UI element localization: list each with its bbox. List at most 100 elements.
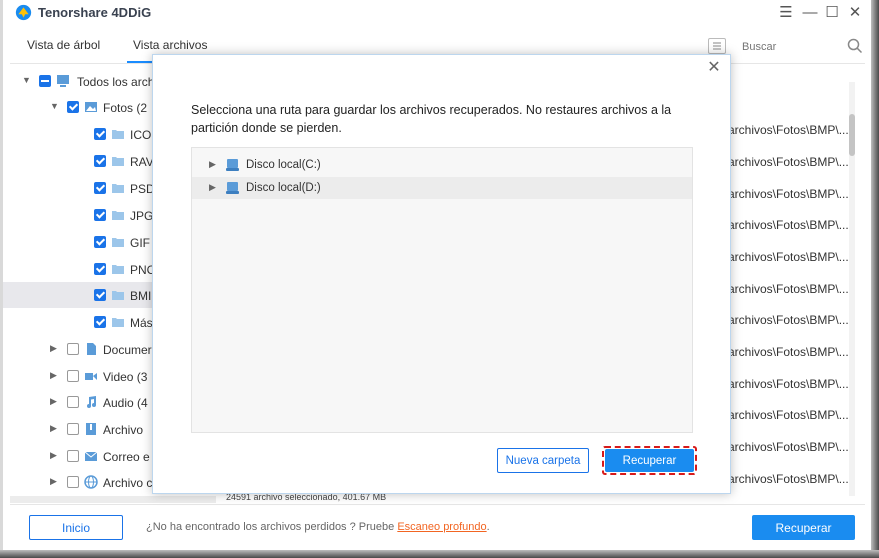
tree-checkbox[interactable]	[67, 450, 79, 462]
dialog-message: Selecciona una ruta para guardar los arc…	[191, 103, 672, 135]
expand-arrow-icon[interactable]: ▶	[50, 476, 57, 487]
search-icon[interactable]	[847, 38, 863, 54]
image-icon	[85, 102, 97, 112]
bottom-divider	[10, 504, 865, 505]
file-path-cell: archivos\Fotos\BMP\...	[728, 187, 849, 201]
music-icon	[87, 396, 96, 408]
drive-label: Disco local(D:)	[246, 182, 321, 194]
tree-checkbox[interactable]	[39, 75, 51, 87]
folder-icon	[112, 211, 124, 220]
new-folder-button[interactable]: Nueva carpeta	[497, 448, 589, 473]
tree-checkbox[interactable]	[94, 316, 106, 328]
tree-checkbox[interactable]	[94, 128, 106, 140]
expand-arrow-icon[interactable]: ▶	[50, 396, 57, 407]
window-edge-left	[0, 0, 3, 558]
expand-arrow-icon[interactable]: ▶	[50, 423, 57, 434]
tree-checkbox[interactable]	[94, 155, 106, 167]
tree-item-label: RAV	[130, 155, 154, 169]
archive-icon	[86, 423, 96, 435]
list-view-icon[interactable]	[708, 38, 726, 54]
folder-icon	[112, 318, 124, 327]
file-path-cell: archivos\Fotos\BMP\...	[728, 345, 849, 359]
tree-checkbox[interactable]	[67, 396, 79, 408]
tab-file-view[interactable]: Vista archivos	[133, 38, 207, 52]
drive-list: ▶ Disco local(C:) ▶ Disco local(D:)	[191, 147, 693, 433]
file-path-cell: archivos\Fotos\BMP\...	[728, 377, 849, 391]
folder-icon	[112, 238, 124, 247]
expand-arrow-icon[interactable]: ▼	[22, 75, 31, 85]
search-input[interactable]	[742, 36, 842, 58]
dialog-recover-button[interactable]: Recuperar	[605, 449, 694, 472]
app-window: Tenorshare 4DDiG ☰ — ☐ ✕ Vista de árbol …	[0, 0, 879, 558]
tree-item-label: ICO	[130, 128, 152, 142]
tree-item-label: Video (3	[103, 370, 148, 384]
tree-item-label: Todos los arch	[77, 75, 155, 89]
tab-tree-view[interactable]: Vista de árbol	[27, 38, 100, 52]
hint-text: ¿No ha encontrado los archivos perdidos …	[146, 521, 398, 533]
tree-item-label: PSD	[130, 182, 155, 196]
tree-checkbox[interactable]	[94, 209, 106, 221]
title-bar: Tenorshare 4DDiG ☰ — ☐ ✕	[0, 0, 879, 26]
hard-drive-icon	[226, 182, 239, 194]
menu-icon[interactable]: ☰	[777, 3, 795, 21]
tree-checkbox[interactable]	[67, 476, 79, 488]
maximize-icon[interactable]: ☐	[823, 3, 841, 21]
folder-icon	[112, 130, 124, 139]
tree-checkbox[interactable]	[67, 370, 79, 382]
home-button[interactable]: Inicio	[29, 515, 123, 540]
file-path-cell: archivos\Fotos\BMP\...	[728, 250, 849, 264]
tree-item-label: Archivo	[103, 423, 144, 437]
drive-label: Disco local(C:)	[246, 159, 321, 171]
tree-checkbox[interactable]	[67, 101, 79, 113]
expand-arrow-icon[interactable]: ▶	[50, 450, 57, 461]
folder-icon	[112, 291, 124, 300]
file-path-cell: archivos\Fotos\BMP\...	[728, 218, 849, 232]
expand-arrow-icon[interactable]: ▶	[209, 182, 216, 193]
scrollbar-thumb[interactable]	[849, 114, 855, 156]
tree-item-label: JPG	[130, 209, 154, 223]
expand-arrow-icon[interactable]: ▼	[50, 101, 59, 111]
file-path-cell: archivos\Fotos\BMP\...	[728, 472, 849, 486]
tree-item-label: BMI	[130, 289, 152, 303]
file-path-column: archivos\Fotos\BMP\... archivos\Fotos\BM…	[728, 116, 850, 496]
dialog-close-icon[interactable]: ✕	[706, 60, 722, 76]
logo-icon	[15, 4, 32, 21]
expand-arrow-icon[interactable]: ▶	[50, 370, 57, 381]
tree-checkbox[interactable]	[94, 263, 106, 275]
folder-icon	[112, 265, 124, 274]
tree-item-label: GIF	[130, 236, 150, 250]
tree-checkbox[interactable]	[67, 423, 79, 435]
video-icon	[85, 373, 97, 380]
expand-arrow-icon[interactable]: ▶	[209, 159, 216, 170]
globe-icon	[84, 475, 98, 489]
deep-scan-link[interactable]: Escaneo profundo	[397, 521, 486, 533]
tree-item-label: Audio (4	[103, 396, 148, 410]
tree-item-label: Más	[130, 316, 153, 330]
recover-button[interactable]: Recuperar	[752, 515, 855, 540]
file-path-cell: archivos\Fotos\BMP\...	[728, 282, 849, 296]
drive-item-d[interactable]: ▶ Disco local(D:)	[192, 177, 692, 199]
tree-item-label: Fotos (2	[103, 101, 148, 115]
save-path-dialog: ✕ Selecciona una ruta para guardar los a…	[152, 54, 731, 494]
close-icon[interactable]: ✕	[846, 3, 864, 21]
hint-suffix: .	[486, 521, 490, 533]
expand-arrow-icon[interactable]: ▶	[50, 343, 57, 354]
deep-scan-hint: ¿No ha encontrado los archivos perdidos …	[146, 521, 490, 533]
tree-checkbox[interactable]	[94, 236, 106, 248]
minimize-icon[interactable]: —	[801, 3, 819, 21]
tree-checkbox[interactable]	[67, 343, 79, 355]
file-path-cell: archivos\Fotos\BMP\...	[728, 440, 849, 454]
tree-item-label: Archivo c	[103, 476, 153, 490]
document-icon	[87, 343, 96, 355]
computer-icon	[57, 75, 69, 87]
drive-item-c[interactable]: ▶ Disco local(C:)	[192, 154, 692, 176]
folder-icon	[112, 184, 124, 193]
window-edge-bottom	[0, 550, 879, 558]
vertical-scrollbar[interactable]	[849, 82, 855, 496]
list-lines-icon	[713, 42, 721, 50]
hard-drive-icon	[226, 159, 239, 171]
search-box	[742, 36, 866, 58]
horizontal-scrollbar[interactable]	[10, 496, 216, 503]
tree-checkbox[interactable]	[94, 289, 106, 301]
tree-checkbox[interactable]	[94, 182, 106, 194]
